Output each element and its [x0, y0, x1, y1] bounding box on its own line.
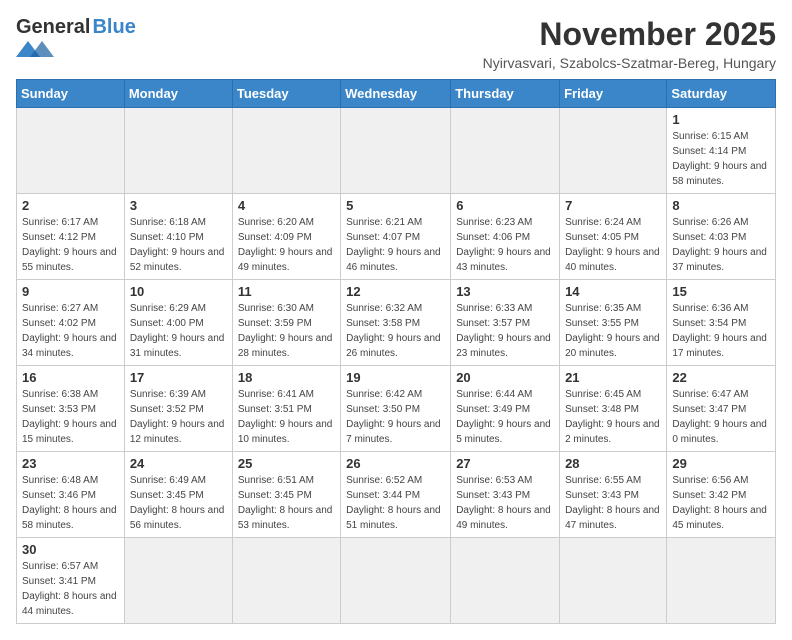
table-row: 16 Sunrise: 6:38 AM Sunset: 3:53 PM Dayl… — [17, 366, 125, 452]
table-row: 20 Sunrise: 6:44 AM Sunset: 3:49 PM Dayl… — [451, 366, 560, 452]
table-row: 19 Sunrise: 6:42 AM Sunset: 3:50 PM Dayl… — [341, 366, 451, 452]
table-row — [341, 108, 451, 194]
logo-general: General — [16, 16, 90, 39]
table-row: 30 Sunrise: 6:57 AM Sunset: 3:41 PM Dayl… — [17, 538, 125, 624]
table-row: 29 Sunrise: 6:56 AM Sunset: 3:42 PM Dayl… — [667, 452, 776, 538]
table-row: 3 Sunrise: 6:18 AM Sunset: 4:10 PM Dayli… — [124, 194, 232, 280]
table-row: 15 Sunrise: 6:36 AM Sunset: 3:54 PM Dayl… — [667, 280, 776, 366]
table-row — [667, 538, 776, 624]
page-header: General Blue November 2025 Nyirvasvari, … — [16, 16, 776, 71]
title-section: November 2025 Nyirvasvari, Szabolcs-Szat… — [483, 16, 776, 71]
table-row: 1 Sunrise: 6:15 AM Sunset: 4:14 PM Dayli… — [667, 108, 776, 194]
table-row: 22 Sunrise: 6:47 AM Sunset: 3:47 PM Dayl… — [667, 366, 776, 452]
table-row: 6 Sunrise: 6:23 AM Sunset: 4:06 PM Dayli… — [451, 194, 560, 280]
calendar-table: Sunday Monday Tuesday Wednesday Thursday… — [16, 79, 776, 624]
logo-blue: Blue — [92, 16, 135, 39]
table-row: 24 Sunrise: 6:49 AM Sunset: 3:45 PM Dayl… — [124, 452, 232, 538]
table-row — [124, 108, 232, 194]
table-row — [560, 538, 667, 624]
table-row: 17 Sunrise: 6:39 AM Sunset: 3:52 PM Dayl… — [124, 366, 232, 452]
logo-icon — [16, 39, 66, 59]
table-row: 9 Sunrise: 6:27 AM Sunset: 4:02 PM Dayli… — [17, 280, 125, 366]
table-row — [560, 108, 667, 194]
table-row — [124, 538, 232, 624]
header-saturday: Saturday — [667, 80, 776, 108]
table-row: 8 Sunrise: 6:26 AM Sunset: 4:03 PM Dayli… — [667, 194, 776, 280]
header-monday: Monday — [124, 80, 232, 108]
table-row: 14 Sunrise: 6:35 AM Sunset: 3:55 PM Dayl… — [560, 280, 667, 366]
header-thursday: Thursday — [451, 80, 560, 108]
table-row: 13 Sunrise: 6:33 AM Sunset: 3:57 PM Dayl… — [451, 280, 560, 366]
header-sunday: Sunday — [17, 80, 125, 108]
table-row: 21 Sunrise: 6:45 AM Sunset: 3:48 PM Dayl… — [560, 366, 667, 452]
table-row: 10 Sunrise: 6:29 AM Sunset: 4:00 PM Dayl… — [124, 280, 232, 366]
logo: General Blue — [16, 16, 136, 59]
table-row: 26 Sunrise: 6:52 AM Sunset: 3:44 PM Dayl… — [341, 452, 451, 538]
table-row — [232, 108, 340, 194]
table-row — [232, 538, 340, 624]
table-row: 23 Sunrise: 6:48 AM Sunset: 3:46 PM Dayl… — [17, 452, 125, 538]
table-row: 4 Sunrise: 6:20 AM Sunset: 4:09 PM Dayli… — [232, 194, 340, 280]
table-row: 18 Sunrise: 6:41 AM Sunset: 3:51 PM Dayl… — [232, 366, 340, 452]
table-row: 5 Sunrise: 6:21 AM Sunset: 4:07 PM Dayli… — [341, 194, 451, 280]
table-row: 12 Sunrise: 6:32 AM Sunset: 3:58 PM Dayl… — [341, 280, 451, 366]
month-title: November 2025 — [483, 16, 776, 53]
table-row: 7 Sunrise: 6:24 AM Sunset: 4:05 PM Dayli… — [560, 194, 667, 280]
table-row — [17, 108, 125, 194]
table-row: 2 Sunrise: 6:17 AM Sunset: 4:12 PM Dayli… — [17, 194, 125, 280]
table-row: 28 Sunrise: 6:55 AM Sunset: 3:43 PM Dayl… — [560, 452, 667, 538]
table-row — [451, 108, 560, 194]
header-wednesday: Wednesday — [341, 80, 451, 108]
table-row: 11 Sunrise: 6:30 AM Sunset: 3:59 PM Dayl… — [232, 280, 340, 366]
table-row — [341, 538, 451, 624]
table-row: 25 Sunrise: 6:51 AM Sunset: 3:45 PM Dayl… — [232, 452, 340, 538]
header-friday: Friday — [560, 80, 667, 108]
location-title: Nyirvasvari, Szabolcs-Szatmar-Bereg, Hun… — [483, 55, 776, 71]
table-row — [451, 538, 560, 624]
table-row: 27 Sunrise: 6:53 AM Sunset: 3:43 PM Dayl… — [451, 452, 560, 538]
header-tuesday: Tuesday — [232, 80, 340, 108]
